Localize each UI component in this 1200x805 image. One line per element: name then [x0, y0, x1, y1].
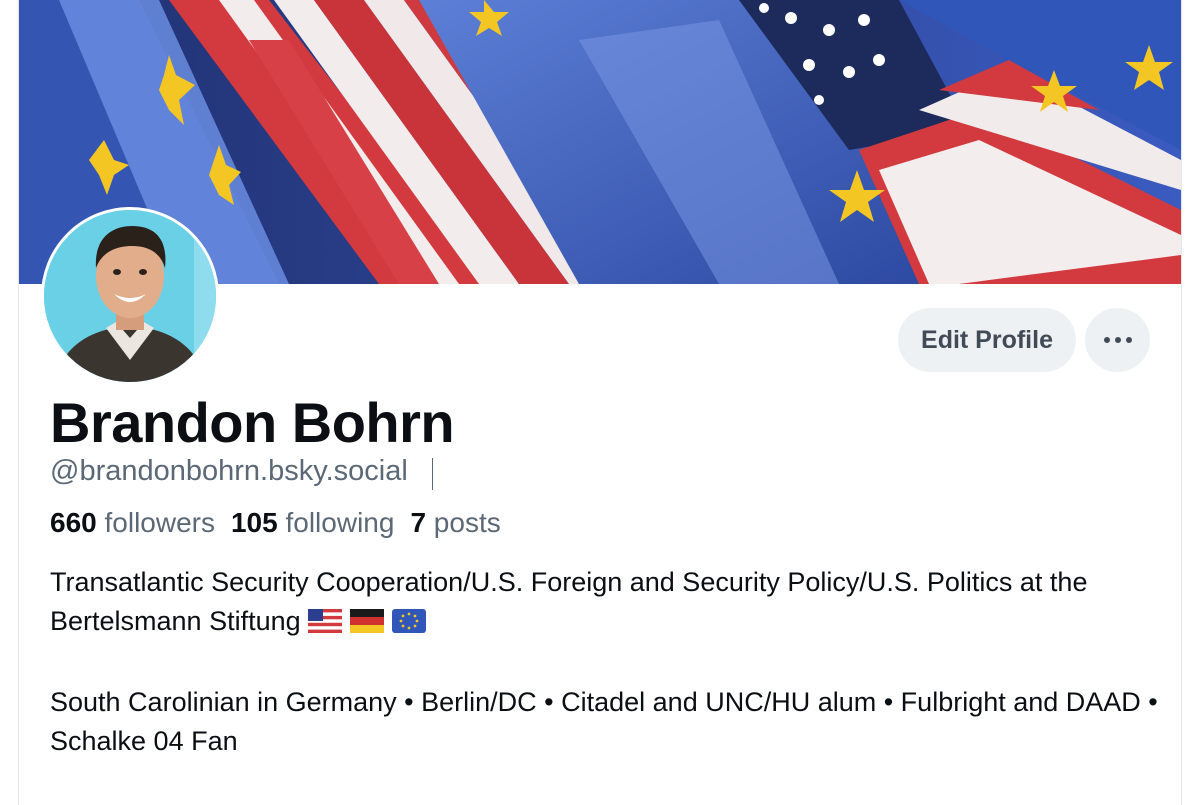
us-flag-icon [308, 605, 343, 644]
posts-stat: 7 posts [410, 507, 500, 539]
following-label: following [285, 507, 395, 538]
eu-flag-icon [392, 605, 427, 644]
bio-paragraph-1: Transatlantic Security Cooperation/U.S. … [50, 563, 1170, 644]
ellipsis-icon [1103, 337, 1132, 343]
text-cursor [432, 458, 433, 490]
profile-bio: Transatlantic Security Cooperation/U.S. … [50, 563, 1170, 761]
followers-link[interactable]: 660 followers [50, 507, 215, 539]
following-count: 105 [230, 507, 278, 538]
following-link[interactable]: 105 following [231, 507, 394, 539]
followers-label: followers [104, 507, 215, 538]
profile-card: Edit Profile Brandon Bohrn @brandonbohrn… [18, 0, 1182, 805]
avatar-photo [44, 210, 216, 382]
handle: @brandonbohrn.bsky.social [50, 455, 408, 487]
posts-label: posts [433, 507, 501, 538]
bio-line-1: Transatlantic Security Cooperation/U.S. … [50, 567, 1088, 636]
posts-count: 7 [410, 507, 427, 538]
germany-flag-icon [350, 605, 385, 644]
profile-stats: 660 followers 105 following 7 posts [50, 507, 501, 539]
display-name: Brandon Bohrn [50, 391, 455, 454]
avatar[interactable] [41, 207, 219, 385]
bio-paragraph-2: South Carolinian in Germany • Berlin/DC … [50, 687, 1158, 756]
edit-profile-button[interactable]: Edit Profile [898, 308, 1076, 372]
more-options-button[interactable] [1085, 308, 1150, 372]
followers-count: 660 [50, 507, 97, 538]
